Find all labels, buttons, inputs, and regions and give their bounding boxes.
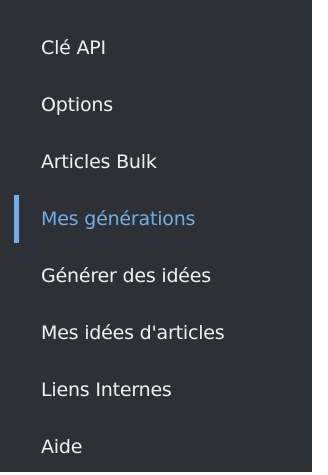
menu-item-label: Liens Internes xyxy=(41,378,172,401)
menu-item-label: Clé API xyxy=(41,36,106,59)
menu-item-mes-idees-articles[interactable]: Mes idées d'articles xyxy=(0,304,312,361)
menu-item-articles-bulk[interactable]: Articles Bulk xyxy=(0,133,312,190)
menu-item-aide[interactable]: Aide xyxy=(0,418,312,475)
menu-item-label: Options xyxy=(41,93,113,116)
menu-item-mes-generations[interactable]: Mes générations xyxy=(0,190,312,247)
admin-submenu: Clé API Options Articles Bulk Mes généra… xyxy=(0,0,312,472)
menu-item-label: Générer des idées xyxy=(41,264,211,287)
menu-item-generer-des-idees[interactable]: Générer des idées xyxy=(0,247,312,304)
menu-item-cle-api[interactable]: Clé API xyxy=(0,19,312,76)
menu-item-liens-internes[interactable]: Liens Internes xyxy=(0,361,312,418)
menu-item-label: Articles Bulk xyxy=(41,150,157,173)
menu-item-label: Aide xyxy=(41,435,83,458)
menu-item-label: Mes idées d'articles xyxy=(41,321,225,344)
menu-item-options[interactable]: Options xyxy=(0,76,312,133)
menu-item-label: Mes générations xyxy=(41,207,196,230)
active-indicator xyxy=(14,195,19,243)
